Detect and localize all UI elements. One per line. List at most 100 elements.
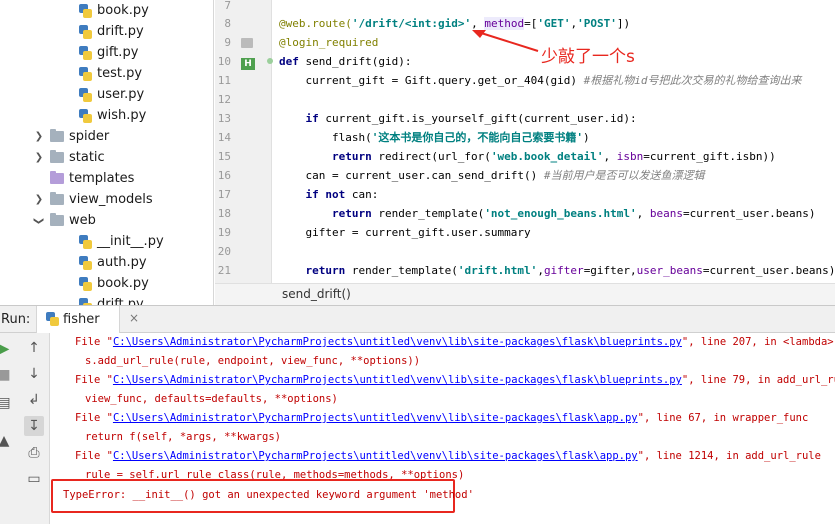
run-toolbar: ▶ ↑ ■ ↓ ▤ ↲ ↧ ▲ ⎙ ▭ bbox=[0, 333, 50, 524]
code-line-21: return render_template('drift.html',gift… bbox=[279, 264, 835, 277]
layout-icon[interactable]: ▤ bbox=[0, 393, 14, 413]
file-link[interactable]: C:\Users\Administrator\PycharmProjects\u… bbox=[113, 374, 682, 386]
project-tree[interactable]: book.py drift.py gift.py test.py user.py… bbox=[0, 0, 214, 305]
line-gutter: 7 8 9 10 11 12 13 14 15 16 17 18 19 20 2… bbox=[215, 0, 273, 283]
line-number: 9 bbox=[224, 36, 231, 49]
line-number: 20 bbox=[217, 245, 231, 258]
tree-item[interactable]: __init__.py bbox=[0, 231, 213, 252]
python-file-icon bbox=[78, 234, 92, 249]
tab-label: fisher bbox=[63, 312, 100, 327]
console-line: s.add_url_rule(rule, endpoint, view_func… bbox=[85, 355, 421, 367]
code-line-11: current_gift = Gift.query.get_or_404(gid… bbox=[279, 74, 802, 87]
line-number: 13 bbox=[217, 112, 231, 125]
line-number: 17 bbox=[217, 188, 231, 201]
tree-folder[interactable]: ❯ spider bbox=[0, 126, 213, 147]
error-highlight-box: TypeError: __init__() got an unexpected … bbox=[51, 479, 474, 513]
python-file-icon bbox=[45, 312, 59, 326]
file-link[interactable]: C:\Users\Administrator\PycharmProjects\u… bbox=[113, 412, 638, 424]
tree-item[interactable]: gift.py bbox=[0, 42, 213, 63]
console-line: return f(self, *args, **kwargs) bbox=[85, 431, 281, 443]
pin-icon[interactable]: ▲ bbox=[0, 431, 14, 451]
scroll-to-end-icon[interactable]: ↧ bbox=[24, 416, 44, 436]
trash-icon[interactable]: ▭ bbox=[24, 469, 44, 489]
tree-folder[interactable]: ❯ web bbox=[0, 210, 213, 231]
console-line: File "C:\Users\Administrator\PycharmProj… bbox=[75, 374, 835, 386]
code-line-16: can = current_user.can_send_drift() #当前用… bbox=[279, 169, 705, 182]
line-number: 10 bbox=[217, 55, 231, 68]
code-line-8: @web.route('/drift/<int:gid>', method=['… bbox=[279, 17, 631, 30]
line-number: 7 bbox=[224, 0, 231, 12]
soft-wrap-icon[interactable]: ↲ bbox=[24, 390, 44, 410]
breadcrumb[interactable]: send_drift() bbox=[215, 283, 835, 305]
tree-item[interactable]: wish.py bbox=[0, 105, 213, 126]
breadcrumb-item[interactable]: send_drift() bbox=[282, 287, 351, 301]
templates-folder-icon bbox=[50, 171, 64, 184]
code-line-19: gifter = current_gift.user.summary bbox=[279, 226, 531, 239]
code-line-14: flash('这本书是你自己的，不能向自己索要书籍') bbox=[279, 131, 590, 144]
arrow-up-icon[interactable]: ↑ bbox=[24, 338, 44, 358]
code-line-10: def send_drift(gid): bbox=[279, 55, 412, 68]
code-line-9: @login_required bbox=[279, 36, 379, 49]
code-line-13: if current_gift.is_yourself_gift(current… bbox=[279, 112, 637, 125]
folder-icon bbox=[50, 129, 64, 142]
tree-item[interactable]: book.py bbox=[0, 273, 213, 294]
chevron-right-icon[interactable]: ❯ bbox=[34, 194, 44, 205]
python-file-icon bbox=[78, 108, 92, 123]
arrow-down-icon[interactable]: ↓ bbox=[24, 364, 44, 384]
line-number: 18 bbox=[217, 207, 231, 220]
python-file-icon bbox=[78, 87, 92, 102]
annotation-label: 少敲了一个s bbox=[541, 47, 635, 67]
error-message: TypeError: __init__() got an unexpected … bbox=[63, 489, 474, 501]
python-file-icon bbox=[78, 255, 92, 270]
code-line-15: return redirect(url_for('web.book_detail… bbox=[279, 150, 776, 163]
fold-marker-icon[interactable] bbox=[267, 58, 273, 64]
route-marker-icon[interactable]: H bbox=[241, 58, 255, 70]
tree-item[interactable]: user.py bbox=[0, 84, 213, 105]
line-number: 19 bbox=[217, 226, 231, 239]
tree-item[interactable]: drift.py bbox=[0, 294, 213, 305]
python-file-icon bbox=[78, 3, 92, 18]
stop-icon[interactable]: ■ bbox=[0, 365, 14, 385]
code-line-17: if not can: bbox=[279, 188, 379, 201]
line-number: 21 bbox=[217, 264, 231, 277]
ide-window: book.py drift.py gift.py test.py user.py… bbox=[0, 0, 835, 524]
run-panel-header: Run: fisher × bbox=[0, 305, 835, 333]
tab-fisher[interactable]: fisher × bbox=[36, 306, 139, 333]
line-number: 8 bbox=[224, 17, 231, 30]
chevron-right-icon[interactable]: ❯ bbox=[34, 152, 44, 163]
line-number: 16 bbox=[217, 169, 231, 182]
tree-item[interactable]: drift.py bbox=[0, 21, 213, 42]
rerun-icon[interactable]: ▶ bbox=[0, 339, 14, 359]
file-link[interactable]: C:\Users\Administrator\PycharmProjects\u… bbox=[113, 336, 682, 348]
chevron-down-icon[interactable]: ❯ bbox=[34, 216, 45, 226]
console-line: File "C:\Users\Administrator\PycharmProj… bbox=[75, 412, 809, 424]
console-line: File "C:\Users\Administrator\PycharmProj… bbox=[75, 336, 834, 348]
close-icon[interactable]: × bbox=[129, 311, 139, 325]
python-file-icon bbox=[78, 66, 92, 81]
folder-icon bbox=[50, 192, 64, 205]
console-line: view_func, defaults=defaults, **options) bbox=[85, 393, 338, 405]
python-file-icon bbox=[78, 297, 92, 305]
code-line-18: return render_template('not_enough_beans… bbox=[279, 207, 816, 220]
console-line: File "C:\Users\Administrator\PycharmProj… bbox=[75, 450, 821, 462]
tree-folder[interactable]: ❯ static bbox=[0, 147, 213, 168]
tree-folder[interactable]: ❯ view_models bbox=[0, 189, 213, 210]
file-link[interactable]: C:\Users\Administrator\PycharmProjects\u… bbox=[113, 450, 638, 462]
tree-item[interactable]: auth.py bbox=[0, 252, 213, 273]
chevron-right-icon[interactable]: ❯ bbox=[34, 131, 44, 142]
print-icon[interactable]: ⎙ bbox=[24, 443, 44, 463]
tree-item[interactable]: test.py bbox=[0, 63, 213, 84]
line-number: 14 bbox=[217, 131, 231, 144]
console-output[interactable]: File "C:\Users\Administrator\PycharmProj… bbox=[51, 333, 835, 524]
python-file-icon bbox=[78, 45, 92, 60]
python-file-icon bbox=[78, 24, 92, 39]
code-editor[interactable]: 7 8 9 10 11 12 13 14 15 16 17 18 19 20 2… bbox=[215, 0, 835, 305]
tree-item[interactable]: book.py bbox=[0, 0, 213, 21]
folder-icon bbox=[50, 150, 64, 163]
folder-icon bbox=[50, 213, 64, 226]
tree-folder[interactable]: templates bbox=[0, 168, 213, 189]
line-number: 12 bbox=[217, 93, 231, 106]
python-file-icon bbox=[78, 276, 92, 291]
bookmark-icon[interactable] bbox=[241, 38, 253, 48]
line-number: 11 bbox=[217, 74, 231, 87]
